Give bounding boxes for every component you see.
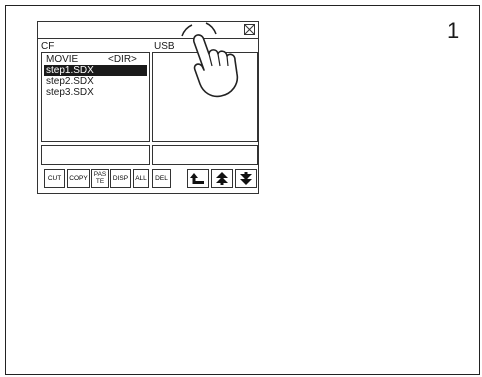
copy-button[interactable]: COPY	[67, 169, 90, 188]
scroll-to-bottom-button[interactable]	[235, 169, 257, 188]
cf-path-field	[41, 145, 150, 165]
folder-up-icon	[190, 173, 204, 184]
hand-pointer-icon	[181, 22, 239, 98]
folder-up-button[interactable]	[187, 169, 209, 188]
disp-button[interactable]: DISP	[110, 169, 131, 188]
all-button[interactable]: ALL	[133, 169, 149, 188]
step-number: 1	[447, 18, 460, 43]
list-item-step2[interactable]: step2.SDX	[44, 76, 147, 87]
file-name: MOVIE	[46, 54, 79, 65]
cut-button[interactable]: CUT	[44, 169, 65, 188]
file-name: step2.SDX	[46, 76, 94, 87]
dir-tag: <DIR>	[108, 54, 137, 65]
scroll-to-top-icon	[216, 172, 228, 185]
cf-pane-label: CF	[41, 41, 55, 52]
list-item-movie[interactable]: MOVIE <DIR>	[44, 54, 147, 65]
scroll-to-bottom-icon	[240, 172, 252, 185]
scroll-to-top-button[interactable]	[211, 169, 233, 188]
file-name: step1.SDX	[46, 65, 94, 76]
cf-file-list[interactable]: MOVIE <DIR> step1.SDX step2.SDX step3.SD…	[41, 52, 150, 142]
paste-button[interactable]: PAS TE	[91, 169, 109, 188]
list-item-step1[interactable]: step1.SDX	[44, 65, 147, 76]
del-button[interactable]: DEL	[152, 169, 171, 188]
paste-label-line1: PAS	[93, 171, 107, 178]
file-name: step3.SDX	[46, 87, 94, 98]
paste-label-line2: TE	[95, 178, 105, 185]
usb-pane-label: USB	[154, 41, 175, 52]
usb-path-field	[152, 145, 258, 165]
list-item-step3[interactable]: step3.SDX	[44, 87, 147, 98]
